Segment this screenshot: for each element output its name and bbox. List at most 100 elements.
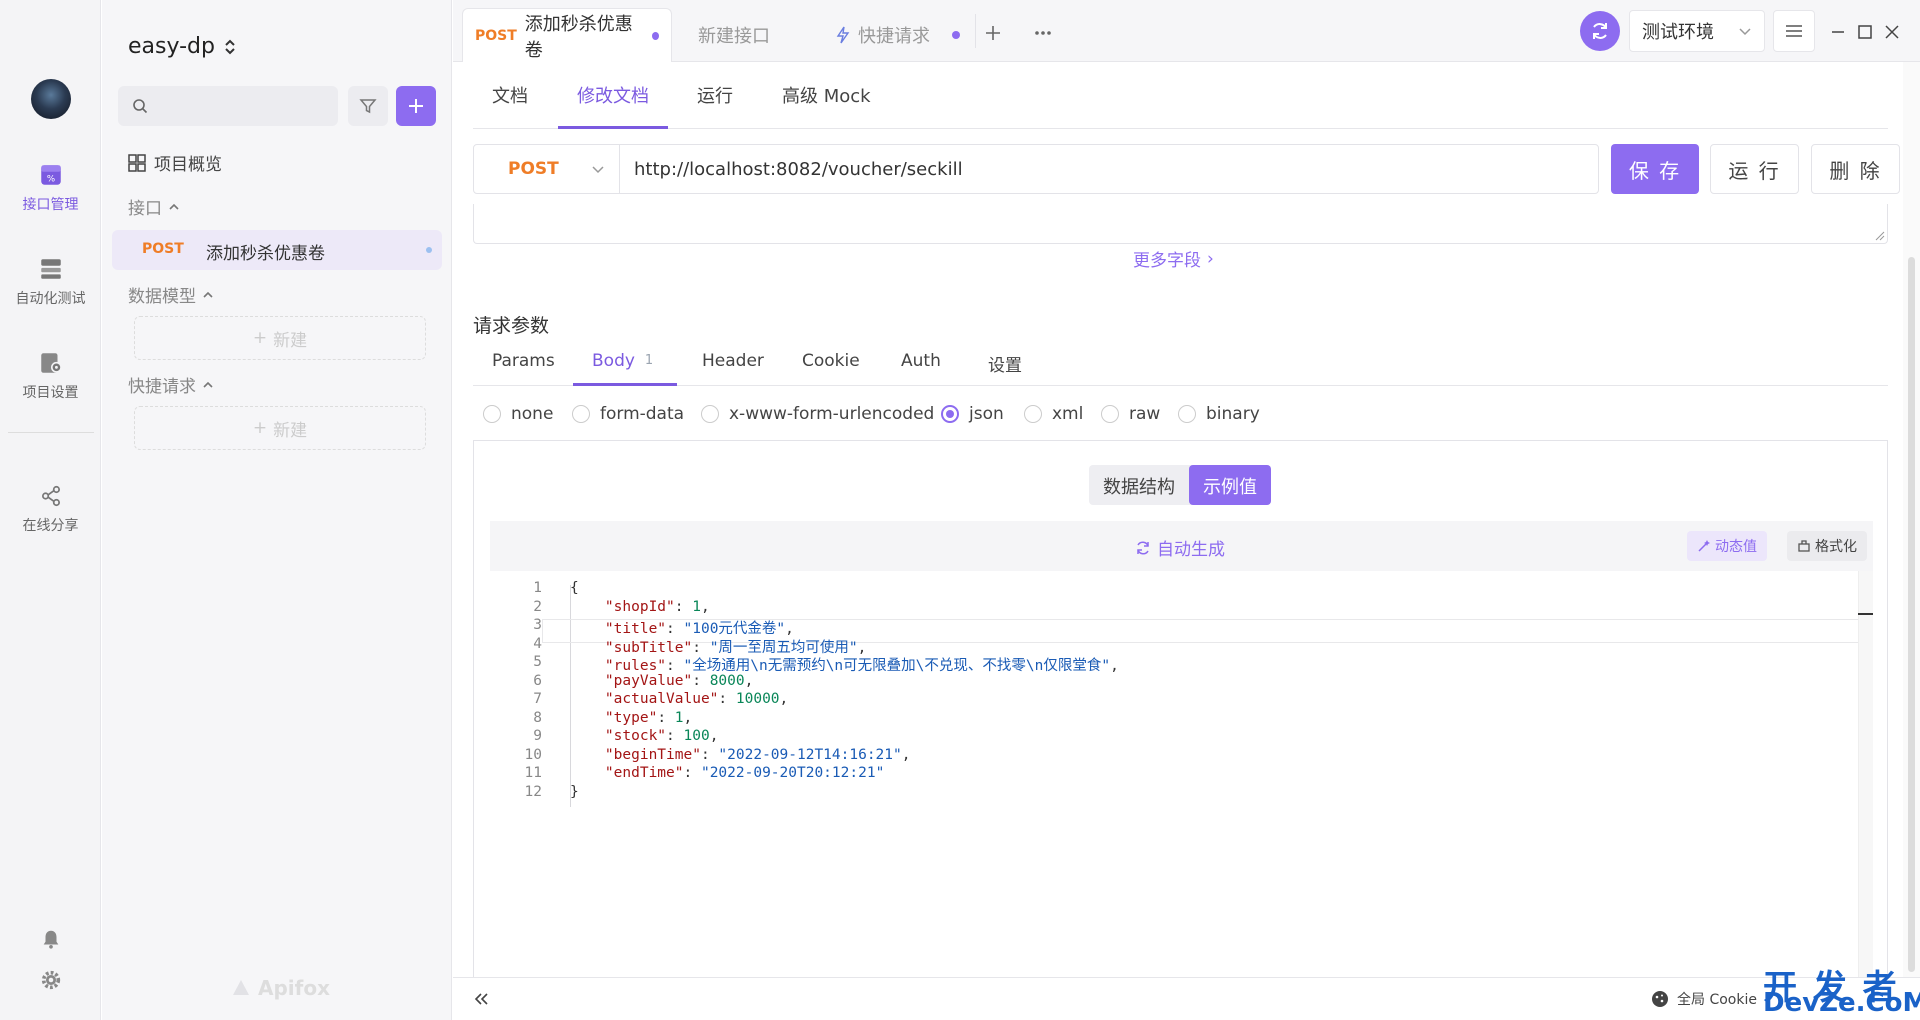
sync-button[interactable] xyxy=(1580,11,1620,51)
rail-item-settings[interactable]: 项目设置 xyxy=(0,350,101,402)
code-text: "stock": 100, xyxy=(570,728,719,744)
line-number: 5 xyxy=(533,654,542,670)
run-button[interactable]: 运 行 xyxy=(1710,144,1799,194)
maximize-icon[interactable] xyxy=(1857,24,1873,40)
method-select[interactable]: POST xyxy=(474,145,620,193)
active-tab-indicator xyxy=(573,383,677,386)
bell-icon[interactable] xyxy=(40,928,62,950)
rail-item-autotest[interactable]: 自动化测试 xyxy=(0,256,101,308)
new-quick-button[interactable]: + 新建 xyxy=(134,406,426,450)
tab-params[interactable]: Params xyxy=(492,351,555,371)
section-label: 快捷请求 xyxy=(128,377,196,397)
url-input[interactable]: http://localhost:8082/voucher/seckill xyxy=(620,159,963,180)
tab-label: Body xyxy=(592,351,635,371)
chevron-updown-icon xyxy=(225,39,235,54)
code-editor[interactable]: 1{2 "shopId": 1, 3 "title": "100元代金卷", 4 "… xyxy=(490,571,1873,1020)
api-name: 添加秒杀优惠卷 xyxy=(206,244,325,264)
tab-edit-docs[interactable]: 修改文档 xyxy=(577,82,649,108)
more-icon[interactable] xyxy=(1034,30,1052,36)
environment-select[interactable]: 测试环境 xyxy=(1629,10,1765,52)
description-textarea[interactable] xyxy=(473,204,1888,244)
auto-generate-button[interactable]: 自动生成 xyxy=(1135,535,1225,560)
toggle-schema[interactable]: 数据结构 xyxy=(1089,465,1189,505)
filter-button[interactable] xyxy=(348,86,388,126)
minimize-icon[interactable] xyxy=(1830,24,1846,40)
radio-xml[interactable]: xml xyxy=(1024,404,1083,424)
scrollbar-thumb[interactable] xyxy=(1908,257,1915,972)
tab-advanced-mock[interactable]: 高级 Mock xyxy=(782,82,871,108)
tab-settings[interactable]: 设置 xyxy=(988,351,1022,376)
section-label: 接口 xyxy=(128,199,162,219)
tab-body[interactable]: Body 1 xyxy=(592,351,653,371)
rail-item-label: 自动化测试 xyxy=(15,291,86,307)
sync-icon xyxy=(1593,23,1607,39)
comma: , xyxy=(744,672,754,689)
tab-run[interactable]: 运行 xyxy=(697,82,733,108)
share-icon xyxy=(41,485,60,507)
status-bar: 全局 Cookie 开 发 者 DevZe.CoM xyxy=(453,968,1920,1020)
collapse-icon[interactable] xyxy=(473,992,489,1006)
tab-docs[interactable]: 文档 xyxy=(492,82,528,108)
tab-new-api[interactable]: 新建接口 xyxy=(686,8,782,62)
watermark-sub: DevZe.CoM xyxy=(1763,988,1920,1018)
section-quick[interactable]: 快捷请求 xyxy=(128,372,214,397)
scrollbar[interactable] xyxy=(1858,571,1873,1020)
apifox-logo-icon xyxy=(233,980,249,995)
rail-item-api[interactable]: % 接口管理 xyxy=(0,162,101,214)
project-settings-icon xyxy=(40,353,62,373)
colon: : xyxy=(692,672,710,689)
global-cookie-button[interactable]: 全局 Cookie xyxy=(1651,989,1757,1009)
line-number: 8 xyxy=(533,709,542,726)
tab-header[interactable]: Header xyxy=(702,351,764,371)
toggle-example[interactable]: 示例值 xyxy=(1189,465,1271,505)
radio-label: form-data xyxy=(600,404,685,424)
search-input[interactable] xyxy=(118,86,338,126)
avatar[interactable] xyxy=(31,79,71,119)
new-model-button[interactable]: + 新建 xyxy=(134,316,426,360)
more-fields-link[interactable]: 更多字段 › xyxy=(1133,246,1214,272)
brand-name: Apifox xyxy=(258,976,330,1000)
radio-binary[interactable]: binary xyxy=(1178,404,1260,424)
radio-form-data[interactable]: form-data xyxy=(572,404,684,424)
more-fields-label: 更多字段 xyxy=(1133,251,1201,271)
save-button[interactable]: 保 存 xyxy=(1611,144,1699,194)
resize-handle-icon[interactable] xyxy=(1873,229,1885,241)
menu-button[interactable] xyxy=(1773,10,1815,52)
unsaved-dot xyxy=(426,247,432,253)
radio-none[interactable]: none xyxy=(483,404,553,424)
dynamic-value-label: 动态值 xyxy=(1715,539,1757,555)
line-number: 3 xyxy=(533,617,542,633)
project-switcher[interactable]: easy-dp xyxy=(128,34,237,59)
delete-button[interactable]: 删 除 xyxy=(1811,144,1900,194)
project-overview-item[interactable]: 项目概览 xyxy=(128,150,222,175)
gear-icon[interactable] xyxy=(40,969,62,991)
brace: } xyxy=(570,783,579,800)
rail-item-share[interactable]: 在线分享 xyxy=(0,483,101,535)
chevron-down-icon xyxy=(1739,28,1751,36)
brand-logo: Apifox xyxy=(230,976,330,1000)
add-button[interactable] xyxy=(396,86,436,126)
json-value: 10000 xyxy=(735,691,780,707)
cookie-icon xyxy=(1652,991,1668,1007)
add-tab-icon[interactable] xyxy=(984,24,1002,42)
tab-quick-request[interactable]: 快捷请求 xyxy=(824,8,972,62)
page-scrollbar[interactable] xyxy=(1903,62,1920,977)
plus-icon: + xyxy=(252,418,268,438)
chevron-up-icon xyxy=(203,291,213,298)
tab-cookie[interactable]: Cookie xyxy=(802,351,860,371)
radio-json[interactable]: json xyxy=(941,404,1004,424)
close-icon[interactable] xyxy=(1884,24,1900,40)
tab-auth[interactable]: Auth xyxy=(901,351,941,371)
radio-label: none xyxy=(511,404,554,424)
radio-urlencoded[interactable]: x-www-form-urlencoded xyxy=(701,404,934,424)
section-model[interactable]: 数据模型 xyxy=(128,282,214,307)
tab-add-voucher[interactable]: POST 添加秒杀优惠卷 xyxy=(462,8,672,62)
section-api[interactable]: 接口 xyxy=(128,194,180,219)
dynamic-value-button[interactable]: 动态值 xyxy=(1687,531,1767,561)
sidebar-item-api[interactable]: POST 添加秒杀优惠卷 xyxy=(112,230,442,270)
radio-raw[interactable]: raw xyxy=(1101,404,1160,424)
view-toggle: 数据结构 示例值 xyxy=(1089,465,1271,505)
format-button[interactable]: 格式化 xyxy=(1787,531,1867,561)
